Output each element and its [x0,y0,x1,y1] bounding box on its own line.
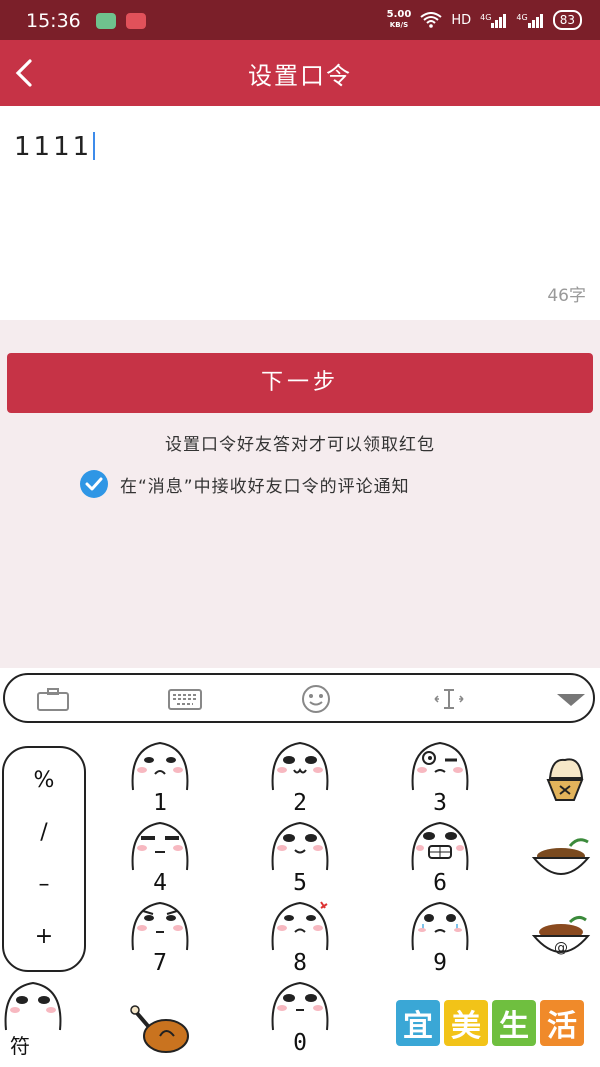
emoji-face-icon[interactable] [301,684,331,714]
net-speed: 5.00 KB/S [387,10,412,30]
bowl-icon[interactable] [526,828,596,898]
emoji-face-icon [4,981,62,1031]
symbol-plus[interactable]: + [4,924,84,949]
video-notification-icon [126,13,146,29]
notify-label: 在“消息”中接收好友口令的评论通知 [120,476,410,497]
key-label: 2 [293,790,307,816]
emoji-face-icon [411,901,469,951]
char-counter: 46字 [547,286,586,306]
collapse-triangle-icon[interactable] [553,687,589,711]
text-cursor-icon[interactable] [431,687,467,711]
signal-icon-2: 4G [516,13,543,28]
key-label: 5 [293,870,307,896]
key-7[interactable]: 7 [115,900,205,984]
page-title: 设置口令 [248,62,352,90]
key-0[interactable]: 0 [255,980,345,1064]
watermark-char: 活 [540,1000,584,1046]
hint-text: 设置口令好友答对才可以领取红包 [165,435,435,455]
drumstick-icon[interactable] [126,996,196,1066]
symbol-slash[interactable]: / [4,820,84,845]
key-6[interactable]: 6 [395,820,485,904]
key-label: 1 [153,790,167,816]
key-5[interactable]: 5 [255,820,345,904]
title-bar: 设置口令 [0,40,600,106]
key-3[interactable]: 3 [395,740,485,824]
keyboard-toolbar [3,673,595,723]
notify-option[interactable]: 在“消息”中接收好友口令的评论通知 [80,470,410,498]
emoji-face-icon [411,741,469,791]
key-8[interactable]: 8 [255,900,345,984]
battery-indicator: 83 [552,10,582,30]
status-bar: 15:36 5.00 KB/S HD 4G 4G 83 [0,0,600,40]
emoji-face-icon [411,821,469,871]
wifi-icon [420,12,442,28]
wechat-notification-icon [96,13,116,29]
key-label: 6 [433,870,447,896]
key-1[interactable]: 1 [115,740,205,824]
svg-text:@: @ [554,940,568,956]
key-label: 0 [293,1030,307,1056]
hd-label: HD [451,12,472,28]
emoji-face-icon [131,741,189,791]
next-button[interactable]: 下一步 [7,353,593,413]
symbol-percent[interactable]: % [4,768,84,793]
action-panel: 下一步 设置口令好友答对才可以领取红包 在“消息”中接收好友口令的评论通知 [0,320,600,668]
watermark-char: 生 [492,1000,536,1046]
password-editor[interactable]: 1111 46字 [0,106,600,320]
signal-label: 4G [480,12,492,22]
watermark: 宜 美 生 活 [396,1000,584,1046]
key-label: 3 [433,790,447,816]
key-9[interactable]: 9 [395,900,485,984]
text-cursor [93,132,96,160]
status-time: 15:36 [26,10,81,32]
net-speed-unit: KB/S [389,21,409,29]
emoji-face-icon [271,821,329,871]
key-label: 8 [293,950,307,976]
status-indicators: 5.00 KB/S HD 4G 4G 83 [387,10,582,30]
key-label: 4 [153,870,167,896]
net-speed-value: 5.00 [386,9,412,20]
briefcase-icon[interactable] [35,687,71,711]
signal-icon: 4G [480,13,507,28]
emoji-face-icon [271,981,329,1031]
check-icon[interactable] [80,470,108,498]
key-2[interactable]: 2 [255,740,345,824]
key-4[interactable]: 4 [115,820,205,904]
key-label: 9 [433,950,447,976]
watermark-char: 美 [444,1000,488,1046]
symbol-dash[interactable]: – [4,872,84,897]
ice-cream-icon[interactable] [530,748,600,818]
signal-label-2: 4G [516,12,528,22]
keyboard-icon[interactable] [167,687,203,711]
password-input-value[interactable]: 1111 [14,132,96,162]
password-text: 1111 [14,132,93,162]
emoji-face-icon [271,901,329,951]
symbol-column: % / – + [2,746,86,972]
emoji-face-icon [131,901,189,951]
emoji-face-icon [131,821,189,871]
symbols-key[interactable]: 符 [0,980,90,1064]
symbols-key-label: 符 [10,1034,30,1058]
emoji-face-icon [271,741,329,791]
key-label: 7 [153,950,167,976]
watermark-char: 宜 [396,1000,440,1046]
bowl-at-icon[interactable]: @ [526,908,596,978]
